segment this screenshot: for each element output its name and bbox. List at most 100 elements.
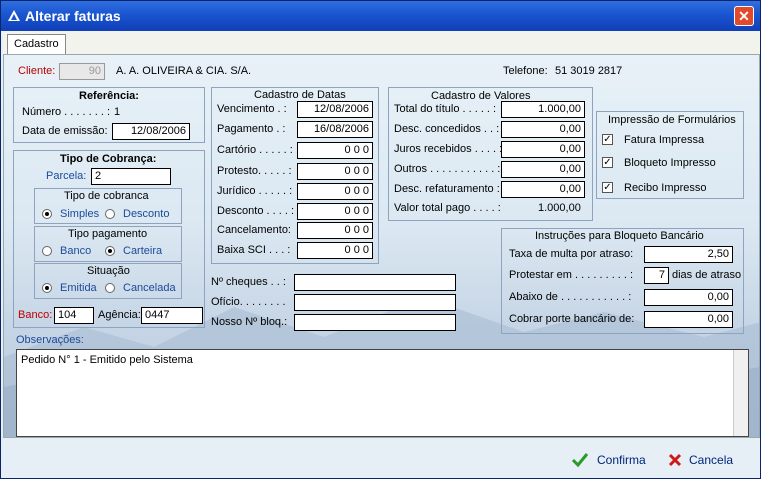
radio-banco[interactable] bbox=[42, 246, 52, 256]
datas-row-field[interactable]: 0 0 0 bbox=[297, 163, 373, 180]
parcela-field[interactable]: 2 bbox=[91, 168, 171, 185]
data-emissao-field[interactable]: 12/08/2006 bbox=[112, 123, 190, 140]
observacoes-text: Pedido N° 1 - Emitido pelo Sistema bbox=[21, 354, 193, 366]
valores-row-label: Outros . . . . . . . . . . . : bbox=[394, 163, 501, 175]
bloqueto-title: Instruções para Bloqueto Bancário bbox=[535, 230, 704, 242]
protestar-field[interactable]: 7 bbox=[644, 267, 669, 284]
x-icon bbox=[668, 453, 682, 467]
datas-row-field[interactable]: 0 0 0 bbox=[297, 222, 373, 239]
emitida-label: Emitida bbox=[60, 282, 97, 294]
valores-row-field[interactable]: 0,00 bbox=[501, 181, 585, 198]
main-panel: Cliente: 90 A. A. OLIVEIRA & CIA. S/A. T… bbox=[3, 54, 760, 438]
datas-row-label: Jurídico . . . . . : bbox=[217, 185, 293, 197]
telefone-value: 51 3019 2817 bbox=[555, 65, 623, 77]
radio-emitida[interactable] bbox=[42, 283, 52, 293]
recibo-impresso-label: Recibo Impresso bbox=[624, 182, 707, 194]
datas-row-label: Cancelamento: bbox=[217, 224, 291, 236]
cancela-label: Cancela bbox=[689, 453, 734, 467]
radio-desconto[interactable] bbox=[105, 209, 115, 219]
datas-row-field[interactable]: 0 0 0 bbox=[297, 242, 373, 259]
valor-total-value: 1.000,00 bbox=[538, 202, 581, 214]
numero-label: Número . . . . . . . : bbox=[22, 106, 111, 118]
datas-row-label: Vencimento . : bbox=[217, 103, 287, 115]
valores-row-label: Desc. refaturamento : bbox=[394, 183, 500, 195]
close-button[interactable]: ✕ bbox=[734, 6, 754, 26]
radio-carteira[interactable] bbox=[105, 246, 115, 256]
tipo-pagamento-title: Tipo pagamento bbox=[68, 228, 148, 240]
oficio-field[interactable] bbox=[294, 294, 456, 311]
valores-row-field[interactable]: 1.000,00 bbox=[501, 101, 585, 118]
cobranca-title: Tipo de Cobrança: bbox=[60, 153, 157, 165]
radio-simples[interactable] bbox=[42, 209, 52, 219]
fatura-impressa-label: Fatura Impressa bbox=[624, 134, 705, 146]
porte-label: Cobrar porte bancário de: bbox=[509, 313, 635, 325]
recibo-impresso-checkbox[interactable]: ✓ bbox=[602, 182, 613, 193]
datas-row-label: Cartório . . . . . : bbox=[217, 144, 293, 156]
referencia-title: Referência: bbox=[79, 90, 139, 102]
window: Alterar faturas ✕ Cadastro Cliente: 90 A… bbox=[0, 0, 761, 479]
tab-cadastro[interactable]: Cadastro bbox=[7, 34, 66, 56]
app-icon bbox=[8, 10, 20, 21]
datas-row-label: Baixa SCI . . . : bbox=[217, 244, 291, 256]
nosso-field[interactable] bbox=[294, 314, 456, 331]
datas-row-field[interactable]: 0 0 0 bbox=[297, 183, 373, 200]
banco-label: Banco: bbox=[18, 309, 53, 321]
observacoes-label: Observações: bbox=[16, 334, 84, 346]
multa-label: Taxa de multa por atraso: bbox=[509, 248, 634, 260]
bloqueto-impresso-checkbox[interactable]: ✓ bbox=[602, 157, 613, 168]
data-emissao-label: Data de emissão: bbox=[22, 125, 108, 137]
fatura-impressa-checkbox[interactable]: ✓ bbox=[602, 134, 613, 145]
telefone-label: Telefone: bbox=[503, 65, 548, 77]
banco-field[interactable]: 104 bbox=[54, 307, 94, 324]
valores-row-label: Total do título . . . . . : bbox=[394, 103, 497, 115]
datas-row-label: Protesto. . . . . : bbox=[217, 165, 292, 177]
datas-row-label: Desconto . . . . : bbox=[217, 205, 295, 217]
nosso-label: Nosso Nº bloq.: bbox=[211, 316, 288, 328]
oficio-label: Ofício. . . . . . . . bbox=[211, 296, 286, 308]
parcela-label: Parcela: bbox=[46, 170, 87, 182]
valores-row-field[interactable]: 0,00 bbox=[501, 141, 585, 158]
datas-row-field[interactable]: 16/08/2006 bbox=[297, 121, 373, 138]
tab-bar: Cadastro bbox=[3, 31, 760, 56]
protestar-label: Protestar em . . . . . . . . . : bbox=[509, 269, 634, 281]
tipo-cobranca-title: Tipo de cobranca bbox=[64, 190, 149, 202]
banco-option-label: Banco bbox=[60, 245, 92, 257]
valores-row-field[interactable]: 0,00 bbox=[501, 161, 585, 178]
impressao-title: Impressão de Formulários bbox=[608, 114, 736, 126]
abaixo-label: Abaixo de . . . . . . . . . . . : bbox=[509, 291, 632, 303]
cliente-label: Cliente: bbox=[18, 65, 56, 77]
observacoes-textarea[interactable]: Pedido N° 1 - Emitido pelo Sistema bbox=[16, 349, 749, 437]
valores-row-label: Desc. concedidos . . : bbox=[394, 123, 500, 135]
observacoes-scrollbar[interactable] bbox=[733, 350, 748, 436]
confirma-label: Confirma bbox=[597, 453, 646, 467]
cheques-field[interactable] bbox=[294, 274, 456, 291]
check-icon bbox=[571, 453, 589, 468]
cliente-code-field[interactable]: 90 bbox=[59, 63, 105, 80]
cheques-label: Nº cheques . . : bbox=[211, 276, 286, 288]
cliente-name: A. A. OLIVEIRA & CIA. S/A. bbox=[116, 65, 252, 77]
datas-row-field[interactable]: 12/08/2006 bbox=[297, 101, 373, 118]
desconto-label: Desconto bbox=[123, 208, 170, 220]
window-title: Alterar faturas bbox=[25, 8, 121, 24]
valores-row-label: Juros recebidos . . . . : bbox=[394, 143, 503, 155]
title-bar: Alterar faturas ✕ bbox=[1, 1, 760, 31]
abaixo-field[interactable]: 0,00 bbox=[644, 289, 733, 306]
close-icon: ✕ bbox=[738, 8, 750, 24]
valores-row-field[interactable]: 0,00 bbox=[501, 121, 585, 138]
porte-field[interactable]: 0,00 bbox=[644, 311, 733, 328]
situacao-title: Situação bbox=[87, 265, 130, 277]
carteira-label: Carteira bbox=[123, 245, 163, 257]
protestar-suffix: dias de atraso bbox=[672, 269, 742, 281]
valor-total-label: Valor total pago . . . . : bbox=[394, 202, 501, 214]
multa-field[interactable]: 2,50 bbox=[644, 246, 733, 263]
bloqueto-impresso-label: Bloqueto Impresso bbox=[624, 157, 716, 169]
numero-value: 1 bbox=[114, 106, 121, 118]
agencia-label: Agência: bbox=[98, 309, 141, 321]
datas-row-label: Pagamento . : bbox=[217, 123, 286, 135]
radio-cancelada[interactable] bbox=[105, 283, 115, 293]
datas-row-field[interactable]: 0 0 0 bbox=[297, 203, 373, 220]
datas-title: Cadastro de Datas bbox=[254, 89, 346, 101]
datas-row-field[interactable]: 0 0 0 bbox=[297, 142, 373, 159]
simples-label: Simples bbox=[60, 208, 100, 220]
agencia-field[interactable]: 0447 bbox=[141, 307, 203, 324]
